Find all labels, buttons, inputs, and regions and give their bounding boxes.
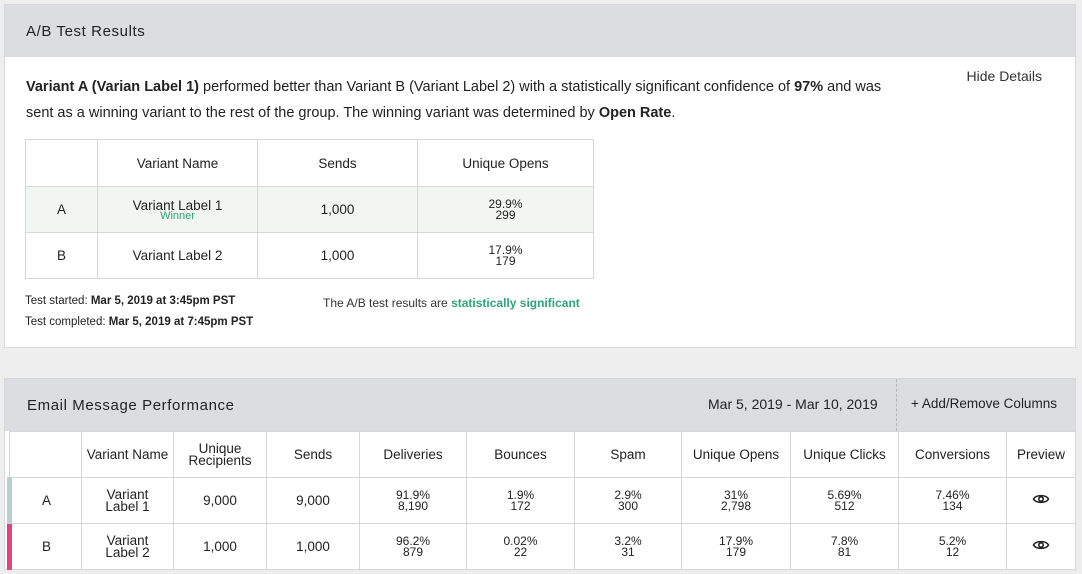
table-row: B Variant Label 2 1,000 17.9% 179	[25, 232, 594, 279]
bounces-cell: 0.02% 22	[466, 523, 575, 570]
column-header-variant-name: Variant Name	[97, 139, 258, 187]
confidence-value: 97%	[794, 79, 824, 95]
column-header-spam: Spam	[574, 431, 682, 478]
significance-note: The A/B test results are statistically s…	[323, 296, 580, 310]
conversions-cell: 7.46% 134	[898, 477, 1007, 524]
winning-metric: Open Rate	[598, 105, 672, 121]
column-header-sends: Sends	[257, 139, 418, 187]
bounces-count: 172	[510, 498, 531, 513]
column-header-conversions: Conversions	[898, 431, 1007, 478]
sends-value: 1,000	[257, 186, 418, 233]
header-divider	[896, 379, 897, 431]
table-row: B Variant Label 2 1,000 1,000 96.2% 879 0…	[7, 523, 1076, 570]
spam-count: 31	[621, 544, 635, 559]
test-started-label: Test started:	[25, 295, 91, 307]
hide-details-link[interactable]: Hide Details	[967, 68, 1042, 84]
test-started-value: Mar 5, 2019 at 3:45pm PST	[90, 295, 236, 307]
unique-opens-cell: 17.9% 179	[681, 523, 791, 570]
unique-opens-count: 2,798	[720, 498, 752, 513]
deliveries-count: 879	[402, 544, 424, 559]
preview-cell	[1006, 477, 1076, 524]
eye-icon[interactable]	[1032, 538, 1050, 552]
column-header-variant	[25, 139, 98, 187]
ab-test-results-header: A/B Test Results	[5, 5, 1075, 57]
column-header-preview: Preview	[1006, 431, 1076, 478]
add-remove-columns-button[interactable]: + Add/Remove Columns	[911, 396, 1057, 411]
sends-value: 1,000	[266, 523, 360, 570]
spam-cell: 2.9% 300	[574, 477, 682, 524]
conversions-cell: 5.2% 12	[898, 523, 1007, 570]
column-header-variant-name: Variant Name	[81, 431, 174, 478]
deliveries-cell: 91.9% 8,190	[359, 477, 467, 524]
column-header-bounces: Bounces	[466, 431, 575, 478]
email-performance-header: Email Message Performance Mar 5, 2019 - …	[5, 379, 1075, 431]
unique-opens-cell: 29.9% 299	[417, 186, 594, 233]
ab-test-results-title: A/B Test Results	[26, 22, 146, 40]
test-completed-label: Test completed:	[25, 316, 109, 328]
bounces-count: 22	[513, 544, 528, 559]
eye-icon[interactable]	[1032, 492, 1050, 506]
column-header-unique-opens: Unique Opens	[417, 139, 594, 187]
summary-text-1: performed better than Variant B (Variant…	[199, 79, 795, 95]
performance-table: Variant Name Unique Recipients Sends Del…	[7, 431, 1076, 570]
unique-recipients-value: 9,000	[173, 477, 267, 524]
variant-name-cell: Variant Label 2	[81, 523, 174, 570]
winning-variant-text: Variant A (Varian Label 1)	[26, 79, 199, 95]
test-completed-value: Mar 5, 2019 at 7:45pm PST	[108, 316, 254, 328]
table-row: A Variant Label 1 9,000 9,000 91.9% 8,190…	[7, 477, 1076, 524]
unique-clicks-count: 512	[834, 498, 855, 513]
table-row: A Variant Label 1 Winner 1,000 29.9% 299	[25, 186, 594, 233]
unique-opens-cell: 17.9% 179	[417, 232, 594, 279]
summary-text-3: .	[671, 105, 676, 121]
table-header-row: Variant Name Sends Unique Opens	[25, 139, 594, 187]
unique-opens-count: 299	[495, 207, 516, 222]
unique-clicks-cell: 7.8% 81	[790, 523, 899, 570]
date-range[interactable]: Mar 5, 2019 - Mar 10, 2019	[708, 396, 878, 412]
variant-letter: B	[7, 523, 82, 570]
variant-name-line: Label 2	[105, 544, 150, 560]
variant-name: Variant Label 2	[132, 248, 223, 263]
results-summary: Variant A (Varian Label 1) performed bet…	[26, 74, 906, 126]
table-header-row: Variant Name Unique Recipients Sends Del…	[9, 431, 1076, 478]
ab-test-results-card: A/B Test Results Hide Details Variant A …	[4, 4, 1076, 348]
deliveries-cell: 96.2% 879	[359, 523, 467, 570]
unique-recipients-value: 1,000	[173, 523, 267, 570]
conversions-count: 134	[942, 498, 963, 513]
variant-letter: A	[7, 477, 82, 524]
significance-value: statistically significant	[451, 296, 580, 310]
ab-results-table: Variant Name Sends Unique Opens A Varian…	[25, 139, 594, 279]
email-performance-title: Email Message Performance	[27, 396, 235, 414]
deliveries-count: 8,190	[397, 498, 429, 513]
significance-text: The A/B test results are	[323, 296, 452, 310]
variant-name-cell: Variant Label 1 Winner	[97, 186, 258, 233]
sends-value: 9,000	[266, 477, 360, 524]
test-started: Test started: Mar 5, 2019 at 3:45pm PST	[25, 295, 235, 307]
spam-cell: 3.2% 31	[574, 523, 682, 570]
variant-letter: A	[25, 186, 98, 233]
variant-name-line: Label 1	[105, 498, 150, 514]
unique-opens-count: 179	[725, 544, 747, 559]
unique-opens-cell: 31% 2,798	[681, 477, 791, 524]
variant-letter: B	[25, 232, 98, 279]
column-header-sends: Sends	[266, 431, 360, 478]
sends-value: 1,000	[257, 232, 418, 279]
variant-name-cell: Variant Label 1	[81, 477, 174, 524]
winner-badge: Winner	[160, 210, 195, 222]
column-header-variant	[9, 431, 82, 478]
preview-cell	[1006, 523, 1076, 570]
bounces-cell: 1.9% 172	[466, 477, 575, 524]
unique-opens-count: 179	[495, 253, 516, 268]
variant-name-cell: Variant Label 2	[97, 232, 258, 279]
column-header-line: Recipients	[188, 452, 252, 468]
column-header-deliveries: Deliveries	[359, 431, 467, 478]
unique-clicks-count: 81	[837, 544, 852, 559]
column-header-unique-recipients: Unique Recipients	[173, 431, 267, 478]
email-performance-card: Email Message Performance Mar 5, 2019 - …	[4, 378, 1076, 570]
unique-clicks-cell: 5.69% 512	[790, 477, 899, 524]
conversions-count: 12	[945, 544, 960, 559]
test-completed: Test completed: Mar 5, 2019 at 7:45pm PS…	[25, 316, 253, 328]
column-header-unique-opens: Unique Opens	[681, 431, 791, 478]
column-header-unique-clicks: Unique Clicks	[790, 431, 899, 478]
spam-count: 300	[617, 498, 639, 513]
